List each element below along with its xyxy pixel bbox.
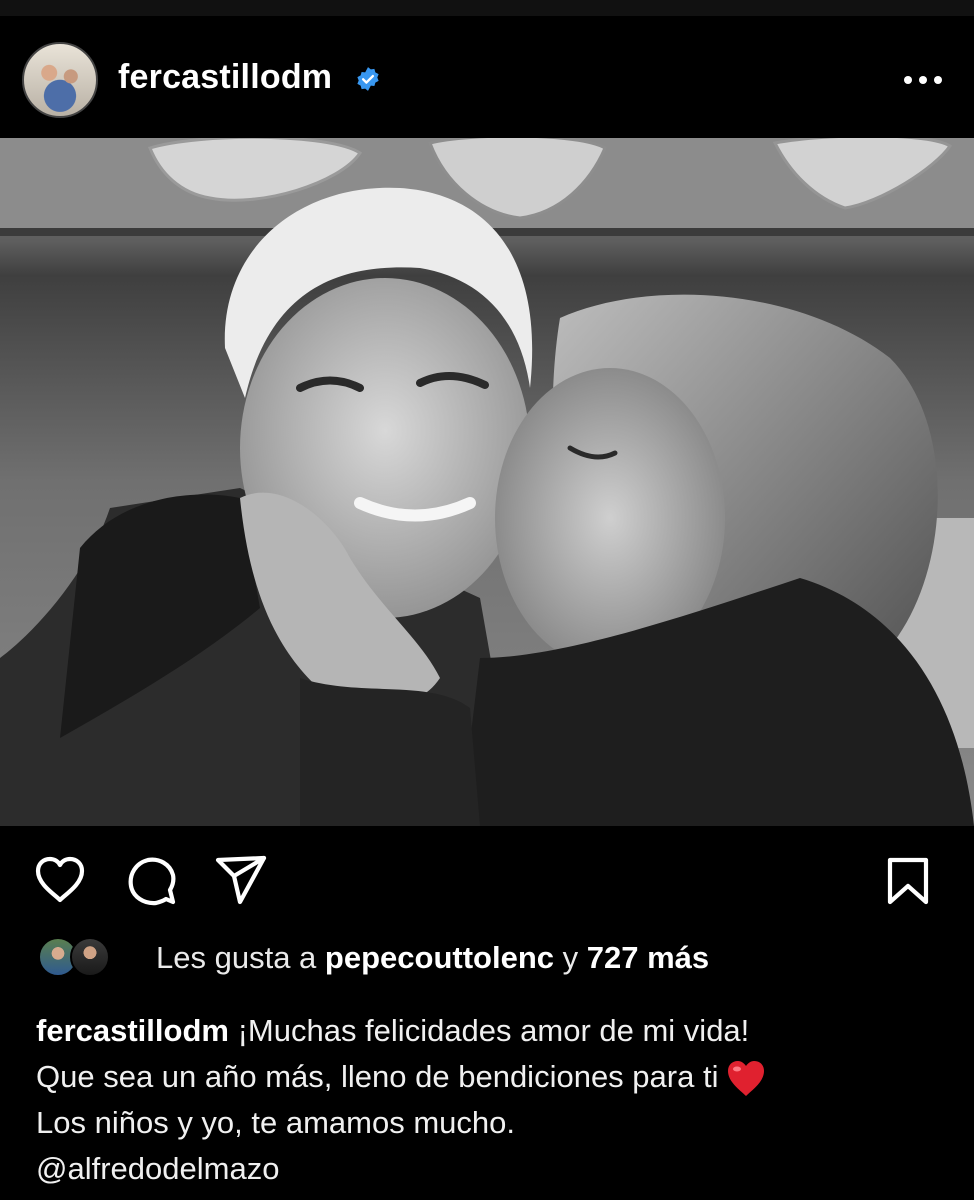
more-options-icon[interactable]: [902, 74, 944, 86]
red-heart-emoji-icon: [728, 1060, 765, 1096]
send-icon[interactable]: [214, 854, 268, 906]
caption-author[interactable]: fercastillodm: [36, 1013, 229, 1048]
caption-mention[interactable]: @alfredodelmazo: [36, 1146, 936, 1192]
post-photo[interactable]: [0, 138, 974, 826]
post-actions-bar: [0, 826, 974, 936]
post-username[interactable]: fercastillodm: [118, 58, 332, 97]
comment-icon[interactable]: [126, 856, 176, 906]
verified-badge-icon: [357, 67, 379, 91]
profile-avatar[interactable]: [22, 42, 98, 118]
post-caption: fercastillodm ¡Muchas felicidades amor d…: [36, 1008, 936, 1192]
heart-icon[interactable]: [34, 856, 86, 904]
caption-line-1: fercastillodm ¡Muchas felicidades amor d…: [36, 1008, 936, 1054]
bookmark-icon[interactable]: [885, 856, 931, 906]
photo-icon: [0, 138, 974, 826]
liker-username[interactable]: pepecouttolenc: [325, 940, 554, 975]
likes-joiner: y: [562, 940, 579, 975]
post-header: fercastillodm: [0, 16, 974, 138]
likes-prefix: Les gusta a: [156, 940, 317, 975]
top-strip: [0, 0, 974, 16]
caption-line-2: Que sea un año más, lleno de bendiciones…: [36, 1054, 936, 1100]
caption-text-1: ¡Muchas felicidades amor de mi vida!: [237, 1013, 750, 1048]
likes-summary[interactable]: Les gusta a pepecouttolenc y 727 más: [156, 940, 709, 976]
caption-line-3: Los niños y yo, te amamos mucho.: [36, 1105, 516, 1140]
liker-avatar[interactable]: [70, 937, 110, 977]
likes-others-count[interactable]: 727 más: [587, 940, 709, 975]
likes-row: Les gusta a pepecouttolenc y 727 más: [36, 934, 936, 990]
caption-text-2: Que sea un año más, lleno de bendiciones…: [36, 1059, 719, 1094]
